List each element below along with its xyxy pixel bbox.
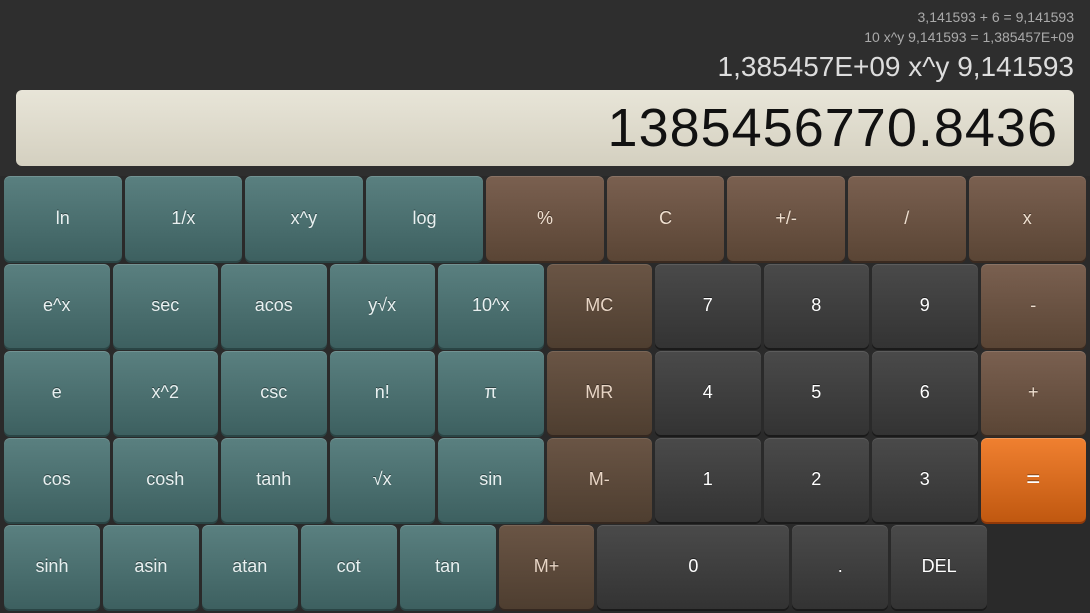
btn-sinh[interactable]: sinh [4, 525, 100, 609]
history-line2: 10 x^y 9,141593 = 1,385457E+09 [16, 28, 1074, 48]
btn-3[interactable]: 3 [872, 438, 978, 522]
btn-x-sq[interactable]: x^2 [113, 351, 219, 435]
btn-0[interactable]: 0 [597, 525, 789, 609]
button-row-5: sinh asin atan cot tan M+ 0 . DEL [4, 525, 1086, 609]
btn-mc[interactable]: MC [547, 264, 653, 348]
btn-9[interactable]: 9 [872, 264, 978, 348]
btn-mr[interactable]: MR [547, 351, 653, 435]
btn-ten-pow-x[interactable]: 10^x [438, 264, 544, 348]
btn-7[interactable]: 7 [655, 264, 761, 348]
btn-4[interactable]: 4 [655, 351, 761, 435]
btn-sec[interactable]: sec [113, 264, 219, 348]
button-row-1: ln 1/x x^y log % C +/- / x [4, 176, 1086, 260]
main-display: 1385456770.8436 [16, 90, 1074, 167]
btn-cosh[interactable]: cosh [113, 438, 219, 522]
btn-6[interactable]: 6 [872, 351, 978, 435]
btn-m-plus[interactable]: M+ [499, 525, 595, 609]
btn-multiply[interactable]: x [969, 176, 1087, 260]
btn-2[interactable]: 2 [764, 438, 870, 522]
btn-log[interactable]: log [366, 176, 484, 260]
btn-factorial[interactable]: n! [330, 351, 436, 435]
btn-1[interactable]: 1 [655, 438, 761, 522]
btn-acos[interactable]: acos [221, 264, 327, 348]
btn-m-minus[interactable]: M- [547, 438, 653, 522]
history-line1: 3,141593 + 6 = 9,141593 [16, 8, 1074, 28]
btn-dot[interactable]: . [792, 525, 888, 609]
btn-x-pow-y[interactable]: x^y [245, 176, 363, 260]
btn-tan[interactable]: tan [400, 525, 496, 609]
btn-minus[interactable]: - [981, 264, 1087, 348]
btn-cot[interactable]: cot [301, 525, 397, 609]
btn-plus-minus[interactable]: +/- [727, 176, 845, 260]
btn-sin[interactable]: sin [438, 438, 544, 522]
display-area: 3,141593 + 6 = 9,141593 10 x^y 9,141593 … [0, 0, 1090, 176]
btn-inv-x[interactable]: 1/x [125, 176, 243, 260]
btn-pi[interactable]: π [438, 351, 544, 435]
expression-line: 1,385457E+09 x^y 9,141593 [16, 49, 1074, 85]
btn-plus[interactable]: + [981, 351, 1087, 435]
btn-5[interactable]: 5 [764, 351, 870, 435]
btn-y-root-x[interactable]: y√x [330, 264, 436, 348]
button-row-4: cos cosh tanh √x sin M- 1 2 3 = [4, 438, 1086, 522]
btn-clear[interactable]: C [607, 176, 725, 260]
btn-asin[interactable]: asin [103, 525, 199, 609]
button-row-2: e^x sec acos y√x 10^x MC 7 8 9 - [4, 264, 1086, 348]
btn-del[interactable]: DEL [891, 525, 987, 609]
button-row-3: e x^2 csc n! π MR 4 5 6 + [4, 351, 1086, 435]
btn-equals[interactable]: = [981, 438, 1087, 522]
keypad: ln 1/x x^y log % C +/- / x e^x sec acos … [0, 176, 1090, 613]
btn-cos[interactable]: cos [4, 438, 110, 522]
btn-divide[interactable]: / [848, 176, 966, 260]
btn-csc[interactable]: csc [221, 351, 327, 435]
btn-ln[interactable]: ln [4, 176, 122, 260]
btn-sqrt[interactable]: √x [330, 438, 436, 522]
btn-8[interactable]: 8 [764, 264, 870, 348]
btn-percent[interactable]: % [486, 176, 604, 260]
btn-e[interactable]: e [4, 351, 110, 435]
btn-tanh[interactable]: tanh [221, 438, 327, 522]
btn-atan[interactable]: atan [202, 525, 298, 609]
btn-e-pow-x[interactable]: e^x [4, 264, 110, 348]
